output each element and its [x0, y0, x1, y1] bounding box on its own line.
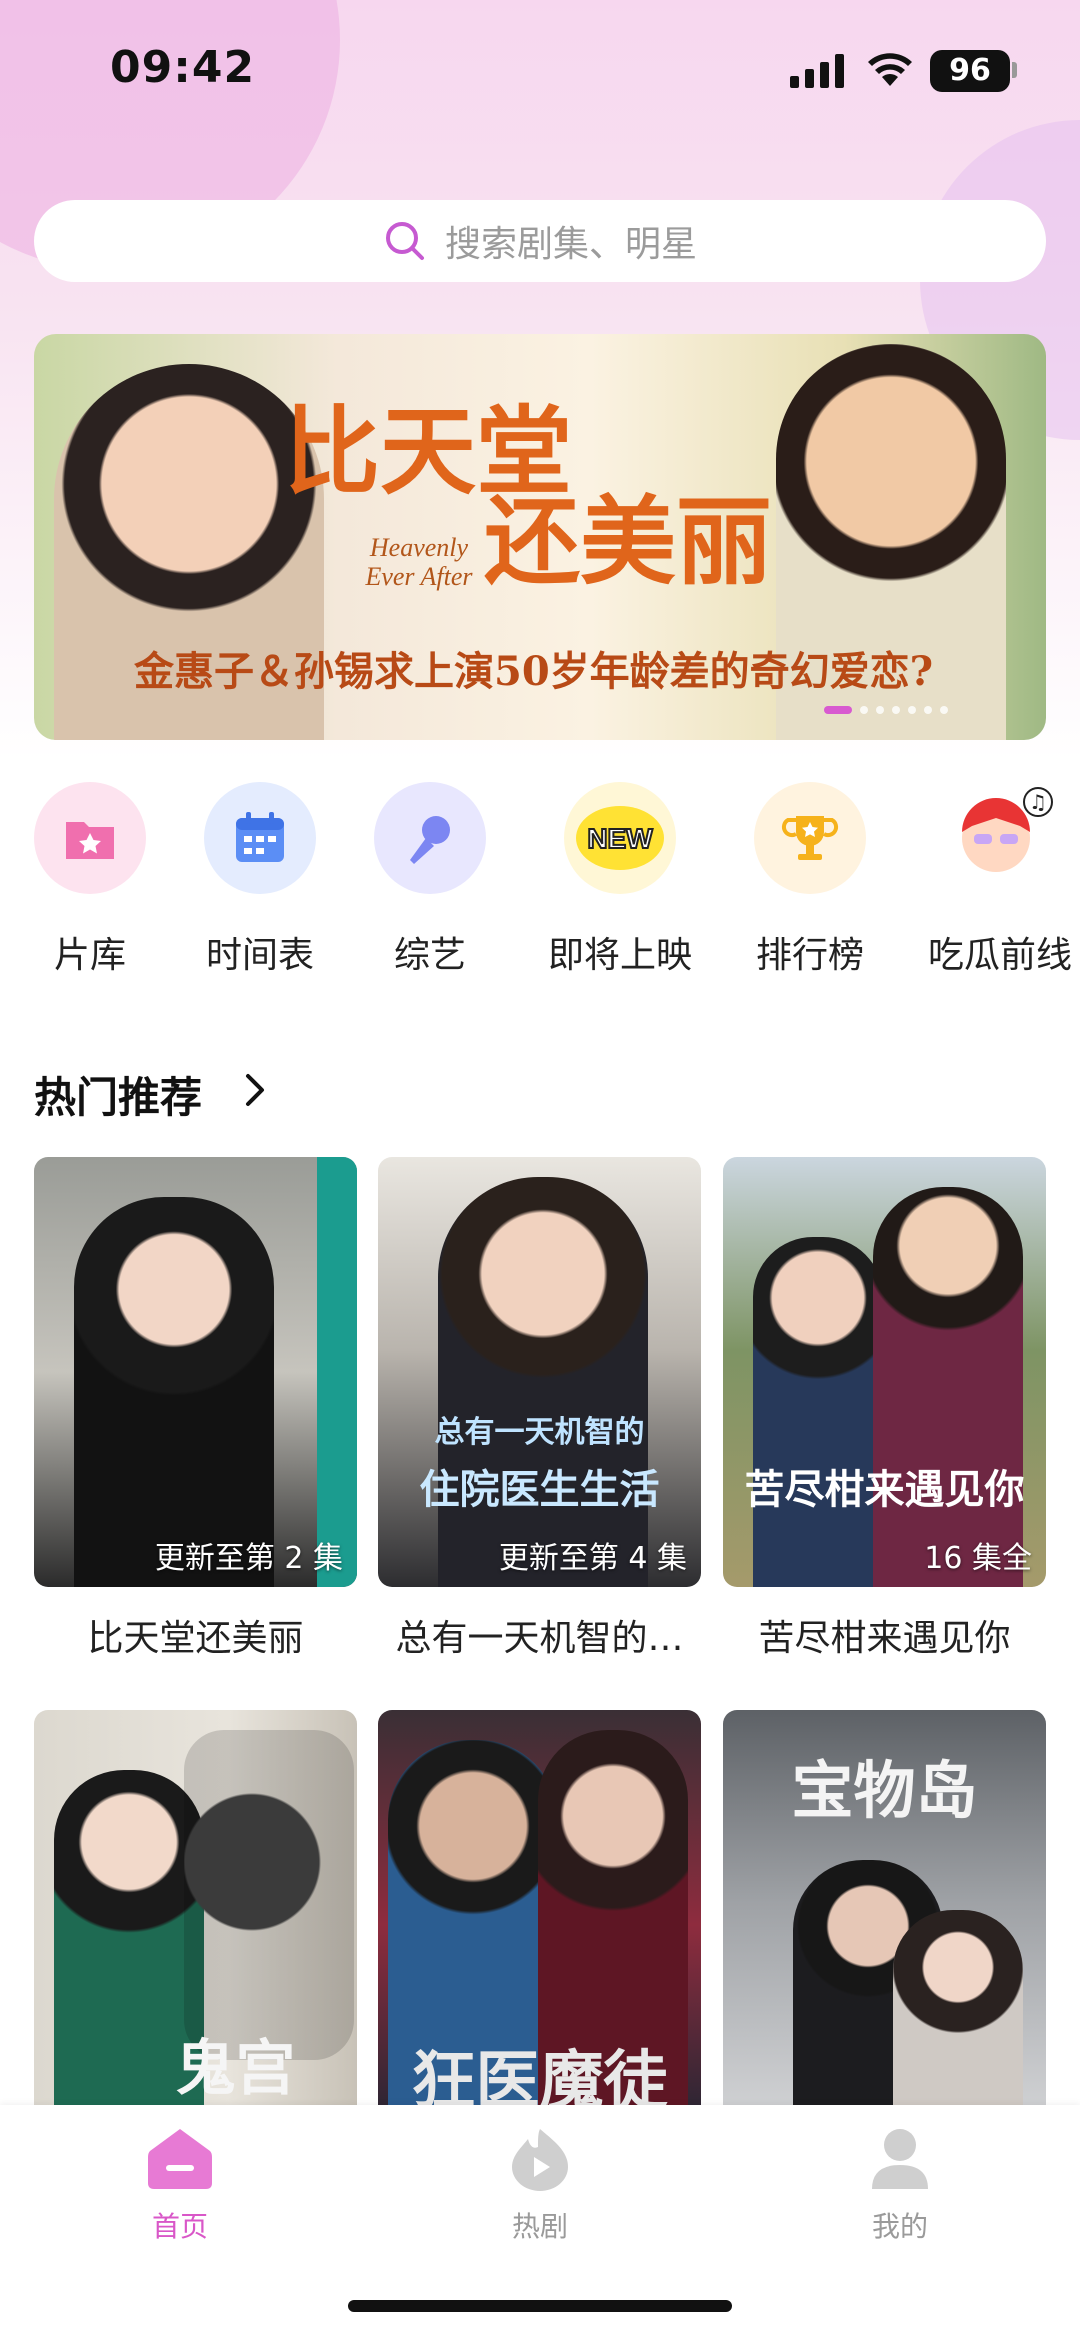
promo-banner[interactable]: 比天堂 还美丽 Heavenly Ever After 金惠子＆孙锡求上演50岁… [34, 334, 1046, 740]
play-flame-icon [512, 2129, 568, 2191]
microphone-icon [374, 782, 486, 894]
section-title[interactable]: 热门推荐 [34, 1064, 202, 1125]
show-poster: 宝物岛 [723, 1710, 1046, 2140]
poster-text: 鬼宫 [175, 2034, 296, 2104]
battery-icon: 96 [930, 50, 1010, 92]
category-library[interactable]: 片库 [5, 782, 175, 978]
new-badge-icon: NEW [564, 782, 676, 894]
search-bar[interactable]: 搜索剧集、明星 [34, 200, 1046, 282]
show-card[interactable]: 鬼宫 [34, 1710, 357, 2140]
trophy-icon [754, 782, 866, 894]
status-bar: 09:42 96 [0, 0, 1080, 140]
show-poster: 鬼宫 [34, 1710, 357, 2140]
nav-hot-shows[interactable]: 热剧 [440, 2125, 640, 2245]
show-card[interactable]: 狂医魔徒 [378, 1710, 701, 2140]
svg-text:♫: ♫ [1029, 790, 1047, 814]
category-variety[interactable]: 综艺 [345, 782, 515, 978]
category-label: 综艺 [393, 935, 466, 976]
pagination-dot [940, 706, 948, 714]
search-icon [385, 222, 424, 260]
user-icon [872, 2129, 928, 2189]
banner-title-en: Heavenly Ever After [365, 533, 473, 591]
banner-subtitle: 金惠子＆孙锡求上演50岁年龄差的奇幻爱恋? [134, 648, 934, 695]
home-indicator[interactable] [348, 2300, 732, 2312]
banner-pagination [824, 706, 948, 714]
category-gossip[interactable]: ♫ 吃瓜前线 [915, 782, 1080, 978]
pagination-dot [892, 706, 900, 714]
show-card[interactable]: 苦尽柑来遇见你 16 集全 苦尽柑来遇见你 [723, 1157, 1046, 1661]
show-poster: 更新至第 2 集 [34, 1157, 357, 1587]
show-title: 苦尽柑来遇见你 [758, 1618, 1011, 1659]
calendar-icon [204, 782, 316, 894]
nav-profile[interactable]: 我的 [800, 2125, 1000, 2245]
category-label: 片库 [53, 935, 126, 976]
pagination-dot-active [824, 706, 852, 714]
category-label: 排行榜 [755, 935, 864, 976]
show-card[interactable]: 总有一天机智的 住院医生生活 更新至第 4 集 总有一天机智的… [378, 1157, 701, 1661]
folder-star-icon [34, 782, 146, 894]
episode-badge: 16 集全 [924, 1541, 1032, 1576]
category-label: 吃瓜前线 [927, 935, 1072, 976]
episode-badge: 更新至第 4 集 [498, 1541, 687, 1576]
show-poster: 总有一天机智的 住院医生生活 更新至第 4 集 [378, 1157, 701, 1587]
banner-title-line2: 还美丽 [484, 485, 772, 598]
nav-label: 热剧 [511, 2210, 568, 2243]
nav-home[interactable]: 首页 [80, 2125, 280, 2245]
search-placeholder: 搜索剧集、明星 [444, 224, 697, 265]
poster-text: 宝物岛 [791, 1754, 978, 1827]
episode-badge: 更新至第 2 集 [154, 1541, 343, 1576]
nav-label: 首页 [151, 2210, 208, 2243]
category-label: 时间表 [205, 935, 314, 976]
avatar-music-icon: ♫ [944, 782, 1056, 894]
poster-text: 苦尽柑来遇见你 [744, 1466, 1025, 1513]
show-poster: 苦尽柑来遇见你 16 集全 [723, 1157, 1046, 1587]
nav-label: 我的 [871, 2210, 928, 2243]
pagination-dot [860, 706, 868, 714]
pagination-dot [876, 706, 884, 714]
show-card[interactable]: 更新至第 2 集 比天堂还美丽 [34, 1157, 357, 1661]
svg-text:NEW: NEW [587, 823, 653, 854]
wifi-icon [868, 53, 912, 86]
category-coming-soon[interactable]: NEW 即将上映 [535, 782, 705, 978]
show-card[interactable]: 宝物岛 [723, 1710, 1046, 2140]
show-title: 比天堂还美丽 [87, 1618, 304, 1659]
home-icon [148, 2129, 212, 2189]
pagination-dot [924, 706, 932, 714]
category-row: 片库 时间表 综艺 NEW 即将上映 排行榜 ♫ 吃瓜前线 [0, 782, 1080, 992]
category-label: 即将上映 [547, 935, 692, 976]
chevron-right-icon[interactable] [240, 1070, 270, 1110]
status-time: 09:42 [110, 42, 256, 93]
battery-tip [1012, 62, 1017, 78]
poster-text: 住院医生生活 [419, 1466, 660, 1513]
pagination-dot [908, 706, 916, 714]
show-poster: 狂医魔徒 [378, 1710, 701, 2140]
cellular-signal-icon [790, 54, 844, 88]
category-ranking[interactable]: 排行榜 [725, 782, 895, 978]
show-title: 总有一天机智的… [395, 1618, 684, 1659]
category-schedule[interactable]: 时间表 [175, 782, 345, 978]
poster-text: 总有一天机智的 [434, 1415, 645, 1450]
